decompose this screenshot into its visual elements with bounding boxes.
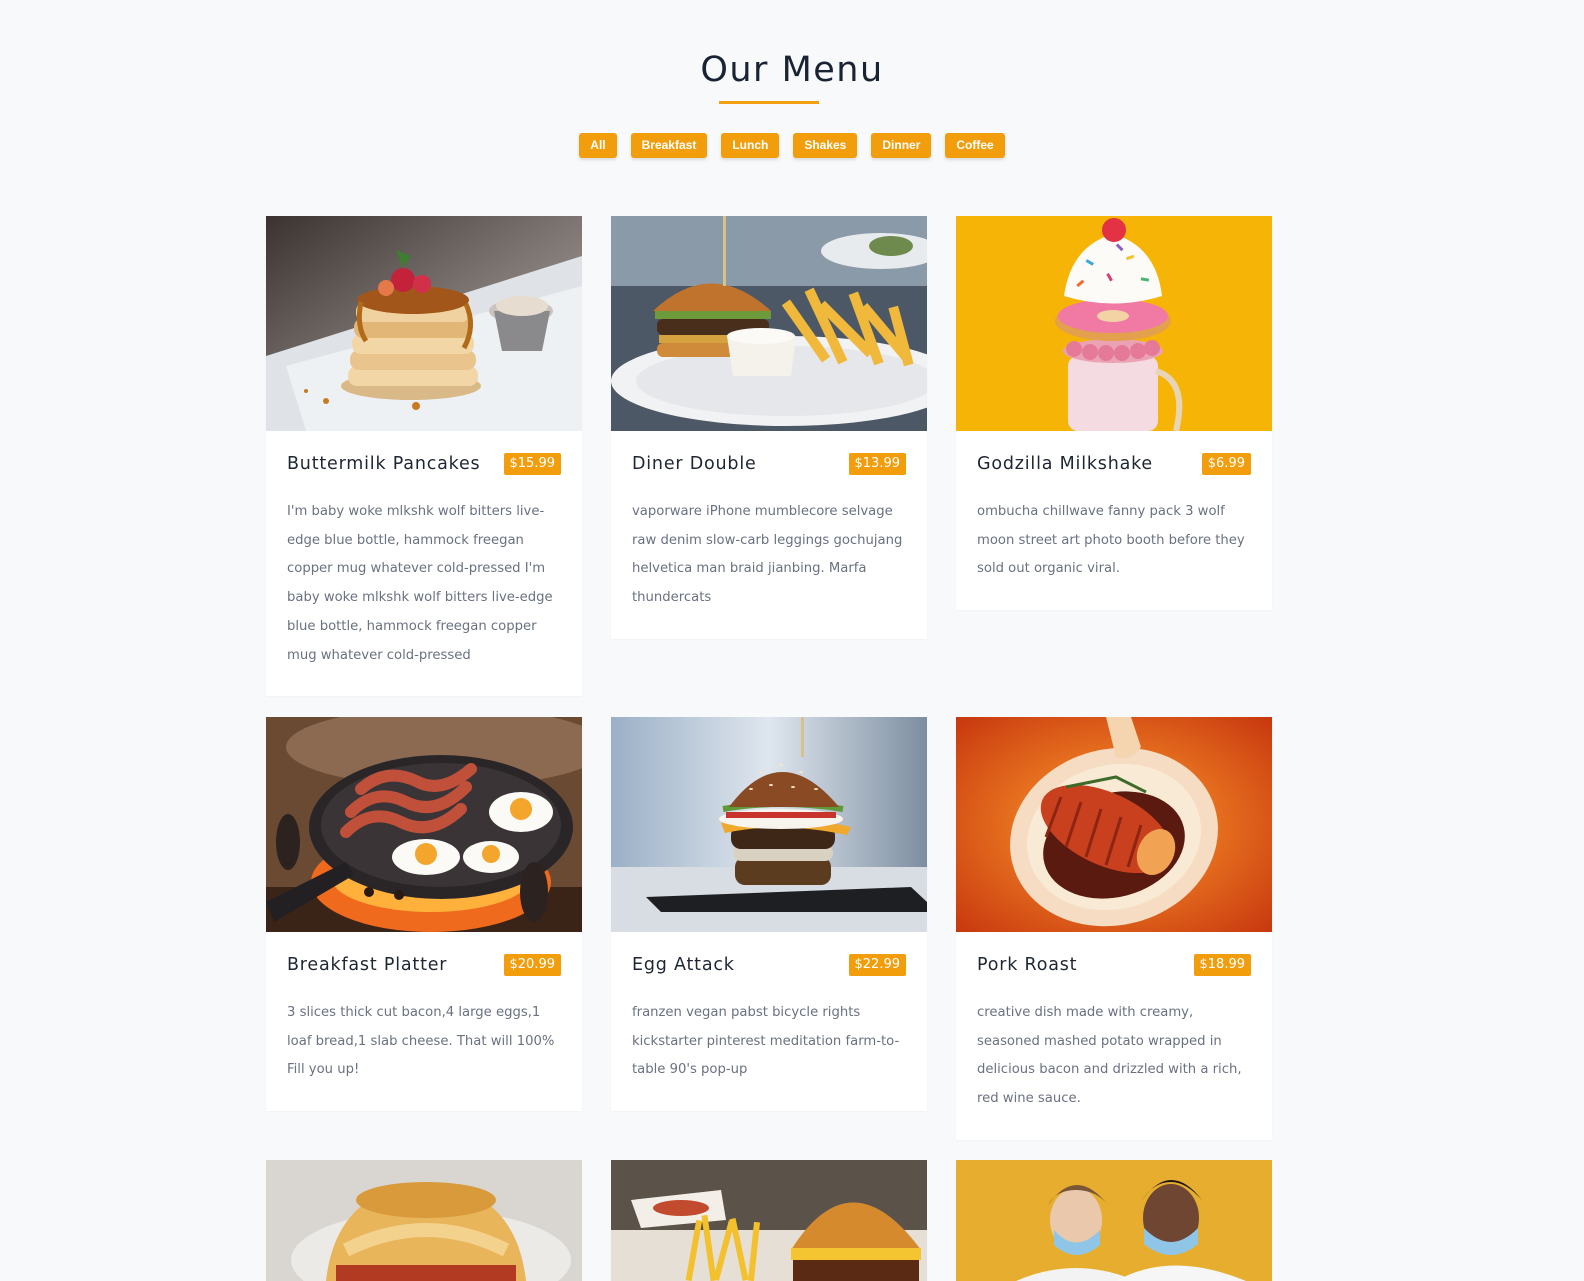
item-name: Godzilla Milkshake	[977, 454, 1154, 474]
pork-roast-photo	[956, 717, 1272, 932]
pancakes-photo	[266, 216, 582, 431]
masked-couple-photo	[956, 1160, 1272, 1281]
filter-lunch-button[interactable]: Lunch	[721, 133, 780, 158]
item-name: Pork Roast	[977, 955, 1078, 975]
filter-breakfast-button[interactable]: Breakfast	[630, 133, 708, 158]
item-name: Breakfast Platter	[287, 955, 448, 975]
item-description: creative dish made with creamy, seasoned…	[977, 1005, 1242, 1107]
burger-fries-2-photo	[611, 1160, 927, 1281]
filter-dinner-button[interactable]: Dinner	[871, 133, 932, 158]
item-description: 3 slices thick cut bacon,4 large eggs,1 …	[287, 1005, 555, 1078]
price-badge: $18.99	[1193, 954, 1251, 976]
item-name: Egg Attack	[632, 955, 735, 975]
menu-item-card: Buttermilk Pancakes $15.99 I'm baby woke…	[266, 216, 582, 697]
item-description: ombucha chillwave fanny pack 3 wolf moon…	[977, 504, 1245, 577]
filter-all-button[interactable]: All	[579, 133, 617, 158]
menu-item-card: Pork Roast $18.99 creative dish made wit…	[956, 717, 1272, 1140]
item-description: franzen vegan pabst bicycle rights kicks…	[632, 1005, 900, 1078]
menu-item-card	[956, 1160, 1272, 1281]
burger-fries-photo	[611, 216, 927, 431]
price-badge: $6.99	[1201, 453, 1251, 475]
price-badge: $15.99	[503, 453, 561, 475]
item-name: Diner Double	[632, 454, 757, 474]
page-title: Our Menu	[700, 50, 884, 90]
item-description: vaporware iPhone mumblecore selvage raw …	[632, 504, 903, 606]
item-description: I'm baby woke mlkshk wolf bitters live-e…	[287, 504, 553, 663]
biscuit-photo	[266, 1160, 582, 1281]
item-name: Buttermilk Pancakes	[287, 454, 481, 474]
menu-item-card	[611, 1160, 927, 1281]
price-badge: $20.99	[503, 954, 561, 976]
page-header: Our Menu	[0, 46, 1584, 94]
egg-burger-photo	[611, 717, 927, 932]
menu-item-card: Breakfast Platter $20.99 3 slices thick …	[266, 717, 582, 1112]
menu-item-card: Diner Double $13.99 vaporware iPhone mum…	[611, 216, 927, 639]
title-underline	[719, 101, 819, 104]
menu-item-card: Egg Attack $22.99 franzen vegan pabst bi…	[611, 717, 927, 1112]
menu-item-card: Godzilla Milkshake $6.99 ombucha chillwa…	[956, 216, 1272, 611]
filter-shakes-button[interactable]: Shakes	[793, 133, 858, 158]
price-badge: $13.99	[848, 453, 906, 475]
filter-coffee-button[interactable]: Coffee	[945, 133, 1005, 158]
bacon-eggs-pan-photo	[266, 717, 582, 932]
filter-bar: All Breakfast Lunch Shakes Dinner Coffee	[0, 133, 1584, 158]
milkshake-photo	[956, 216, 1272, 431]
menu-item-card	[266, 1160, 582, 1281]
price-badge: $22.99	[848, 954, 906, 976]
